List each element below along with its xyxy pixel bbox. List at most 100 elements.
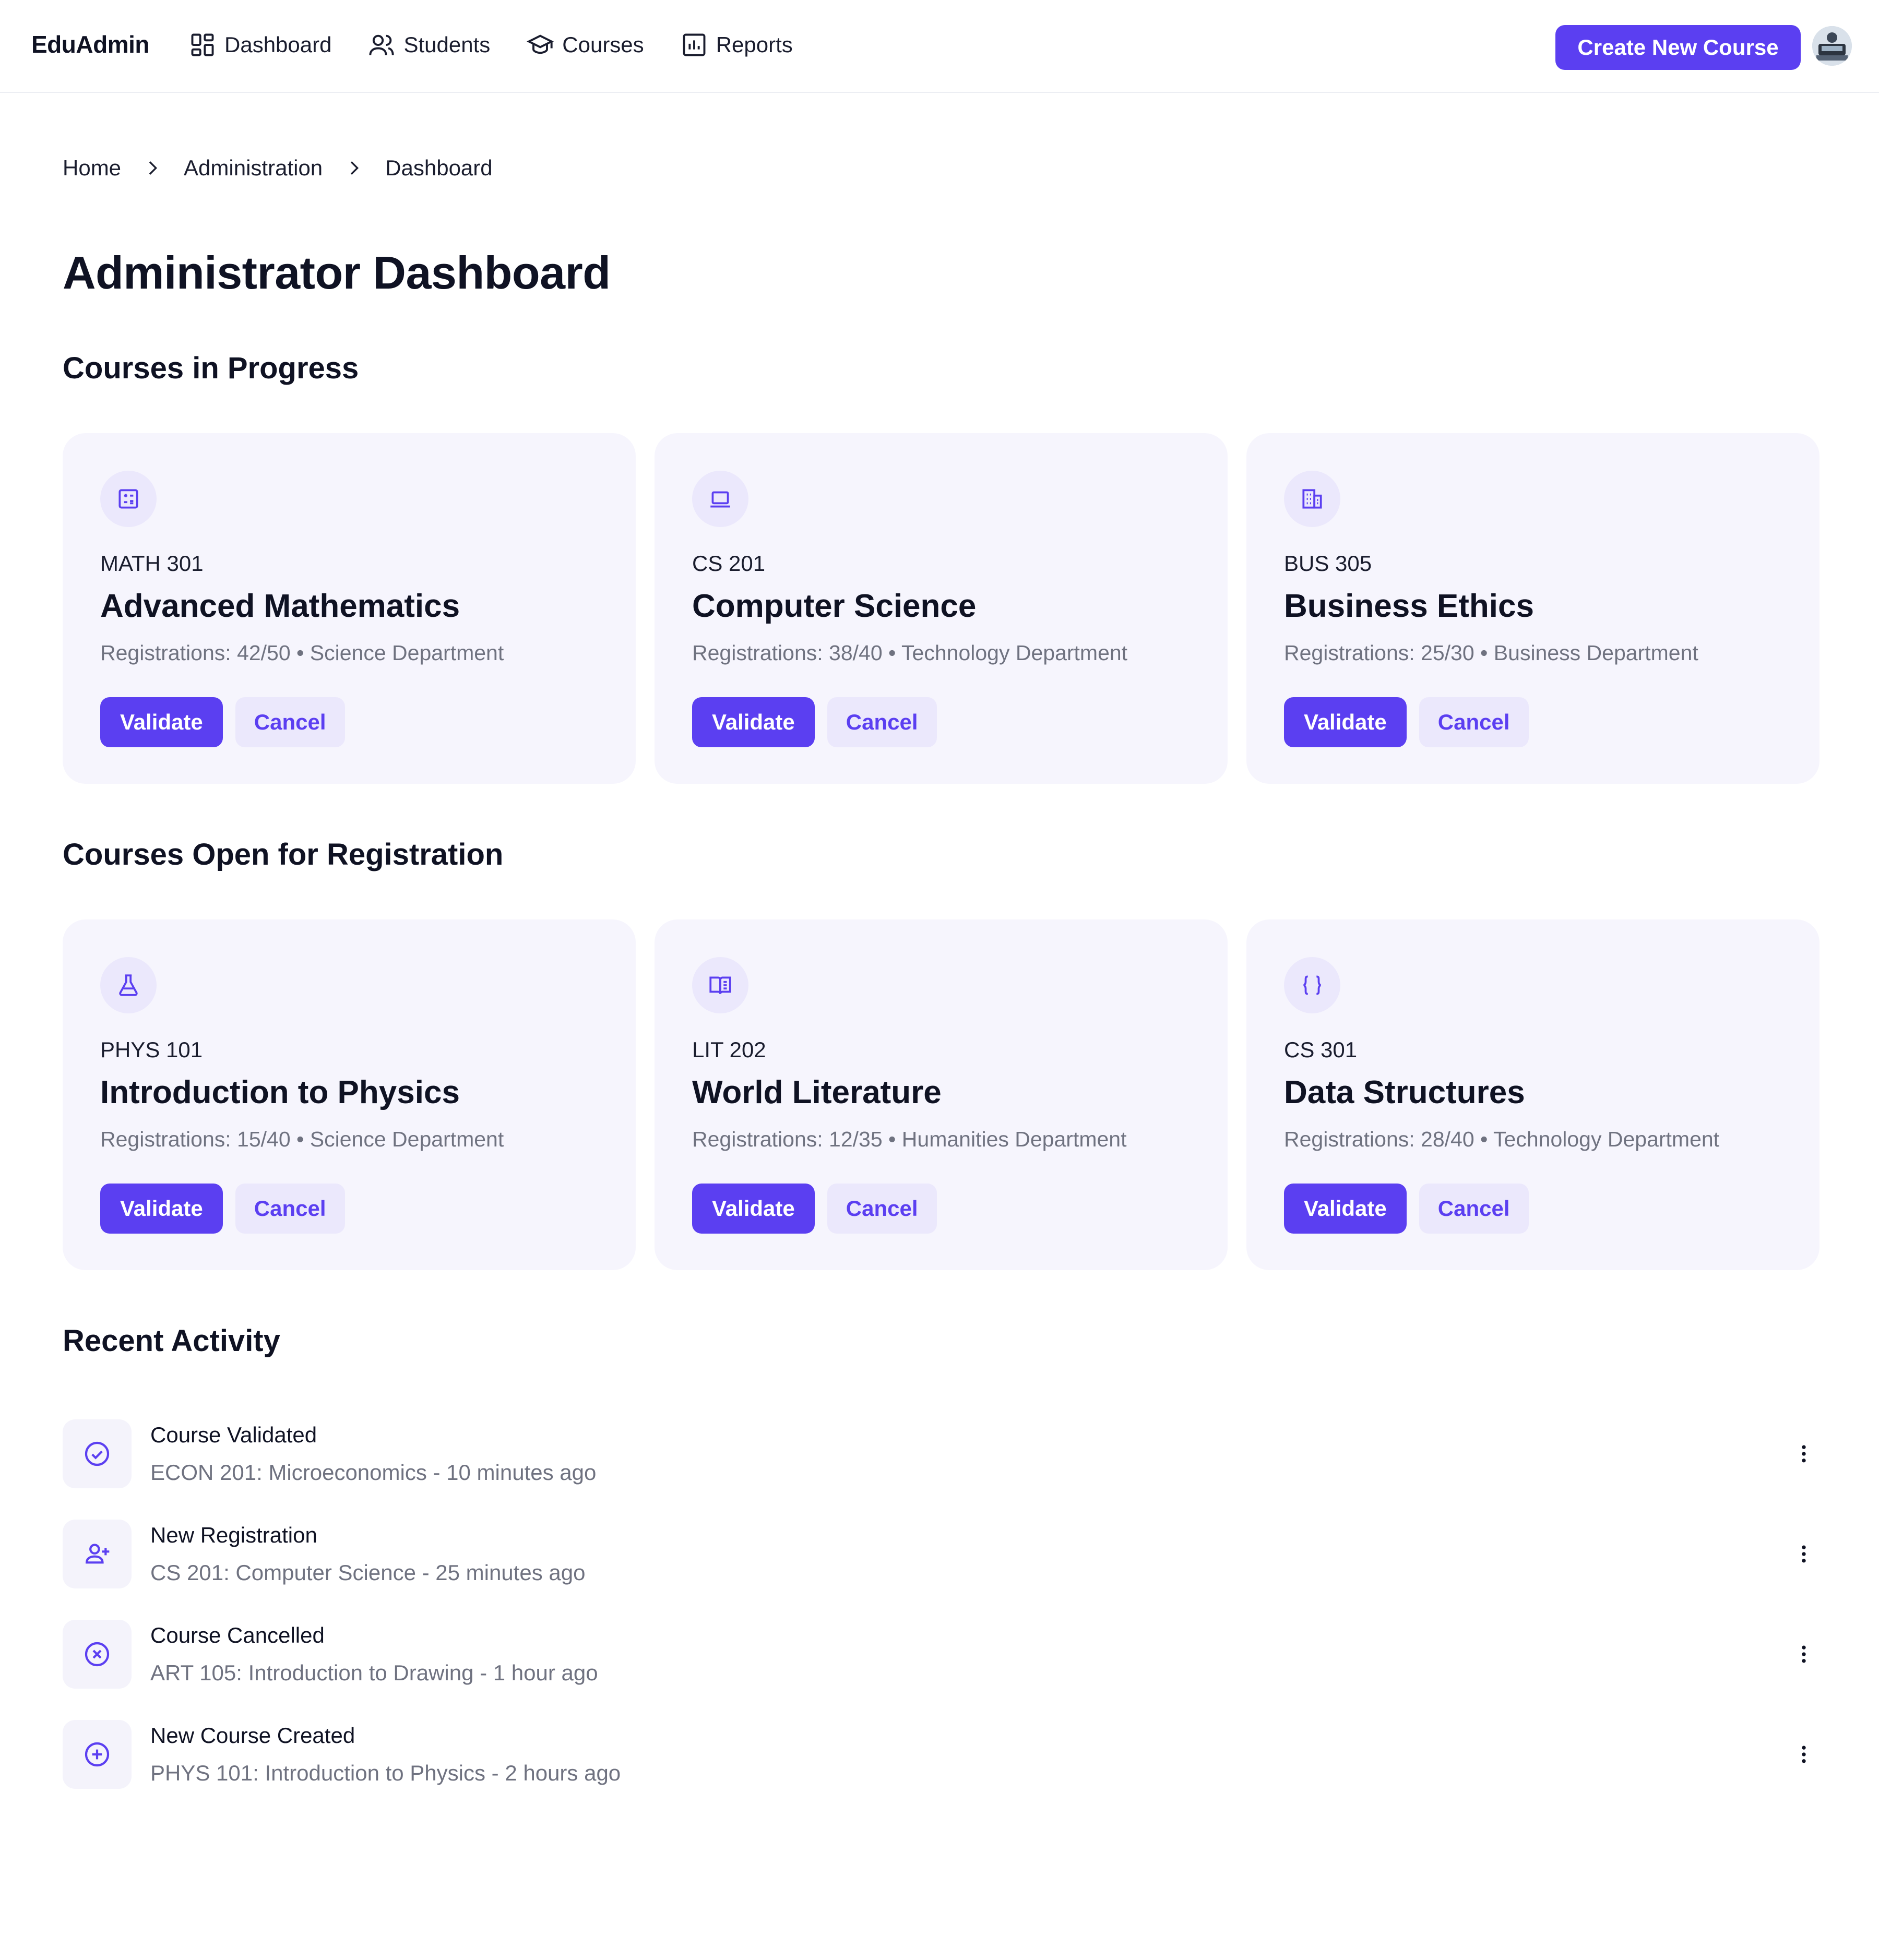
course-icon-badge <box>100 471 157 527</box>
course-meta: Registrations: 12/35 • Humanities Depart… <box>692 1127 1127 1151</box>
breadcrumb-home[interactable]: Home <box>63 156 121 181</box>
breadcrumb: Home Administration Dashboard <box>63 156 493 181</box>
more-options-button[interactable] <box>1788 1639 1819 1670</box>
main-nav: Dashboard Students Courses Reports <box>189 31 793 58</box>
validate-button[interactable]: Validate <box>1284 697 1407 747</box>
course-code: CS 301 <box>1284 1037 1358 1062</box>
nav-courses[interactable]: Courses <box>527 31 644 58</box>
validate-button[interactable]: Validate <box>1284 1184 1407 1234</box>
cancel-button[interactable]: Cancel <box>1419 697 1529 747</box>
bar-chart-icon <box>683 33 706 56</box>
course-icon-badge <box>1284 471 1340 527</box>
nav-students[interactable]: Students <box>368 31 490 58</box>
more-options-button[interactable] <box>1788 1538 1819 1570</box>
course-title: Introduction to Physics <box>100 1074 460 1110</box>
more-vertical-icon <box>1802 1645 1806 1663</box>
course-title: Business Ethics <box>1284 588 1534 624</box>
calculator-icon <box>118 489 138 509</box>
activity-detail: CS 201: Computer Science - 25 minutes ag… <box>150 1560 586 1585</box>
x-circle-icon <box>85 1642 110 1667</box>
course-meta: Registrations: 42/50 • Science Departmen… <box>100 641 504 665</box>
course-title: Advanced Mathematics <box>100 588 460 624</box>
activity-detail: ART 105: Introduction to Drawing - 1 hou… <box>150 1660 598 1685</box>
course-code: BUS 305 <box>1284 551 1372 576</box>
course-code: PHYS 101 <box>100 1037 203 1062</box>
course-actions: Validate Cancel <box>1284 697 1529 747</box>
activity-icon-badge <box>63 1720 132 1789</box>
cancel-button[interactable]: Cancel <box>235 1184 345 1234</box>
brand-logo[interactable]: EduAdmin <box>31 30 149 58</box>
course-code: MATH 301 <box>100 551 204 576</box>
section-title-activity: Recent Activity <box>63 1324 280 1358</box>
graduation-cap-icon <box>527 34 554 54</box>
nav-courses-label: Courses <box>562 32 644 57</box>
more-vertical-icon <box>1802 1545 1806 1563</box>
course-actions: Validate Cancel <box>692 697 937 747</box>
activity-title: New Course Created <box>150 1723 355 1748</box>
course-card: CS 301 Data Structures Registrations: 28… <box>1246 919 1819 1270</box>
more-options-button[interactable] <box>1788 1739 1819 1770</box>
course-card: PHYS 101 Introduction to Physics Registr… <box>63 919 636 1270</box>
nav-reports[interactable]: Reports <box>681 31 793 58</box>
course-meta: Registrations: 28/40 • Technology Depart… <box>1284 1127 1720 1151</box>
activity-item: New Course Created PHYS 101: Introductio… <box>63 1720 1819 1820</box>
activity-title: Course Validated <box>150 1423 317 1447</box>
activity-list: Course Validated ECON 201: Microeconomic… <box>63 1419 1819 1820</box>
cancel-button[interactable]: Cancel <box>235 697 345 747</box>
book-icon <box>709 976 731 995</box>
nav-dashboard[interactable]: Dashboard <box>189 31 331 58</box>
course-code: CS 201 <box>692 551 766 576</box>
validate-button[interactable]: Validate <box>692 1184 815 1234</box>
cancel-button[interactable]: Cancel <box>827 697 937 747</box>
course-title: Computer Science <box>692 588 977 624</box>
check-circle-icon <box>85 1441 110 1466</box>
course-icon-badge <box>100 957 157 1013</box>
course-title: World Literature <box>692 1074 942 1110</box>
top-navbar: EduAdmin Dashboard Students Courses Repo… <box>0 0 1879 93</box>
course-icon-badge <box>692 957 748 1013</box>
activity-icon-badge <box>63 1419 132 1488</box>
laptop-icon <box>710 491 730 508</box>
validate-button[interactable]: Validate <box>692 697 815 747</box>
course-actions: Validate Cancel <box>100 697 345 747</box>
validate-button[interactable]: Validate <box>100 697 223 747</box>
course-meta: Registrations: 15/40 • Science Departmen… <box>100 1127 504 1151</box>
cancel-button[interactable]: Cancel <box>1419 1184 1529 1234</box>
code-braces-icon <box>1303 975 1321 995</box>
course-card: CS 201 Computer Science Registrations: 3… <box>655 433 1228 784</box>
course-card: LIT 202 World Literature Registrations: … <box>655 919 1228 1270</box>
activity-title: New Registration <box>150 1523 317 1547</box>
activity-detail: ECON 201: Microeconomics - 10 minutes ag… <box>150 1460 597 1485</box>
cancel-button[interactable]: Cancel <box>827 1184 937 1234</box>
course-card: BUS 305 Business Ethics Registrations: 2… <box>1246 433 1819 784</box>
section-title-in-progress: Courses in Progress <box>63 351 359 385</box>
page-title: Administrator Dashboard <box>63 247 611 298</box>
create-new-course-button[interactable]: Create New Course <box>1555 25 1801 70</box>
users-icon <box>369 34 395 55</box>
breadcrumb-administration[interactable]: Administration <box>184 156 323 181</box>
validate-button[interactable]: Validate <box>100 1184 223 1234</box>
plus-circle-icon <box>85 1742 110 1767</box>
activity-detail: PHYS 101: Introduction to Physics - 2 ho… <box>150 1761 621 1785</box>
course-meta: Registrations: 25/30 • Business Departme… <box>1284 641 1698 665</box>
building-icon <box>1302 489 1322 509</box>
chevron-right-icon <box>350 161 359 175</box>
course-icon-badge <box>1284 957 1340 1013</box>
avatar[interactable] <box>1812 26 1852 66</box>
activity-item: New Registration CS 201: Computer Scienc… <box>63 1520 1819 1620</box>
activity-item: Course Cancelled ART 105: Introduction t… <box>63 1620 1819 1720</box>
breadcrumb-dashboard[interactable]: Dashboard <box>385 156 492 181</box>
course-actions: Validate Cancel <box>100 1184 345 1234</box>
flask-icon <box>119 974 138 996</box>
more-vertical-icon <box>1802 1746 1806 1763</box>
course-meta: Registrations: 38/40 • Technology Depart… <box>692 641 1128 665</box>
user-plus-icon <box>86 1544 110 1564</box>
activity-title: Course Cancelled <box>150 1623 325 1647</box>
activity-icon-badge <box>63 1620 132 1689</box>
more-options-button[interactable] <box>1788 1438 1819 1469</box>
course-card: MATH 301 Advanced Mathematics Registrati… <box>63 433 636 784</box>
activity-item: Course Validated ECON 201: Microeconomic… <box>63 1419 1819 1520</box>
more-vertical-icon <box>1802 1445 1806 1463</box>
section-title-open: Courses Open for Registration <box>63 838 504 871</box>
open-registration-grid: PHYS 101 Introduction to Physics Registr… <box>63 919 1819 1270</box>
